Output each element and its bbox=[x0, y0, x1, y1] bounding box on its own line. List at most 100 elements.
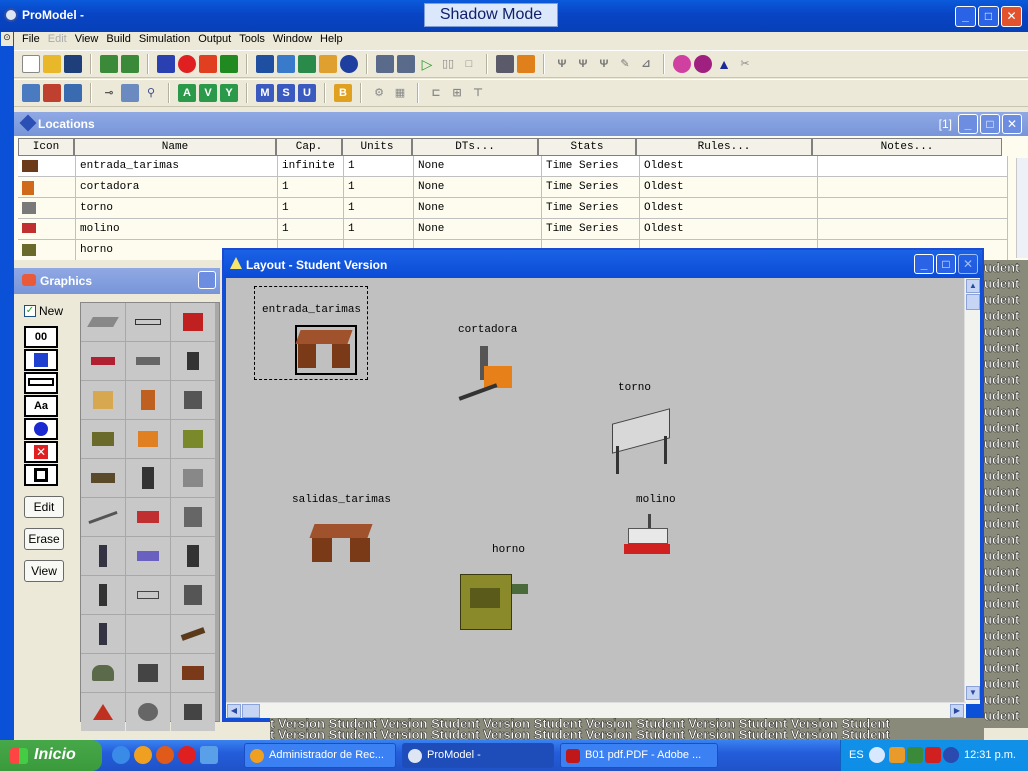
graphic-tile-machine-red[interactable] bbox=[171, 303, 215, 341]
stat-fit-icon[interactable] bbox=[517, 55, 535, 73]
location-label-cortadora[interactable]: cortadora bbox=[458, 324, 517, 336]
link-icon[interactable]: ⊸ bbox=[100, 84, 118, 102]
resources-icon[interactable] bbox=[220, 55, 238, 73]
column-header-stats[interactable]: Stats bbox=[538, 138, 636, 156]
maximize-button[interactable]: □ bbox=[936, 254, 956, 274]
menu-tools[interactable]: Tools bbox=[235, 32, 269, 49]
entity-spot-tool[interactable]: ✕ bbox=[24, 441, 58, 463]
location-name[interactable]: cortadora bbox=[76, 177, 278, 198]
close-button[interactable]: ✕ bbox=[1002, 114, 1022, 134]
table-row[interactable]: cortadora 1 1 None Time Series Oldest bbox=[18, 177, 1008, 198]
chart-icon[interactable]: ⊿ bbox=[637, 55, 655, 73]
zoom-icon[interactable]: ⚲ bbox=[142, 84, 160, 102]
hscroll-thumb[interactable] bbox=[242, 704, 260, 718]
edit-graph-icon[interactable]: ✎ bbox=[616, 55, 634, 73]
counter-tool[interactable]: 00 bbox=[24, 326, 58, 348]
build-icon[interactable] bbox=[100, 55, 118, 73]
menu-simulation[interactable]: Simulation bbox=[135, 32, 194, 49]
location-units[interactable]: 1 bbox=[344, 219, 414, 240]
mode-m-icon[interactable]: M bbox=[256, 84, 274, 102]
graphic-tile-desk[interactable] bbox=[171, 654, 215, 692]
location-name[interactable]: entrada_tarimas bbox=[76, 156, 278, 177]
edit-button[interactable]: Edit bbox=[24, 496, 64, 518]
location-name[interactable]: molino bbox=[76, 219, 278, 240]
mode-s-icon[interactable]: S bbox=[277, 84, 295, 102]
location-stats[interactable]: Time Series bbox=[542, 177, 640, 198]
table-row[interactable]: entrada_tarimas infinite 1 None Time Ser… bbox=[18, 156, 1008, 177]
graphic-tile-tank[interactable] bbox=[81, 420, 125, 458]
minimize-button[interactable] bbox=[198, 271, 216, 289]
task-resource-manager[interactable]: Administrador de Rec... bbox=[244, 743, 396, 768]
processing-icon[interactable] bbox=[256, 55, 274, 73]
watch-icon[interactable]: Ψ bbox=[595, 55, 613, 73]
menu-output[interactable]: Output bbox=[194, 32, 235, 49]
settings-icon[interactable]: ⚙ bbox=[370, 84, 388, 102]
scroll-thumb[interactable] bbox=[966, 294, 980, 310]
column-header-dts[interactable]: DTs... bbox=[412, 138, 538, 156]
menu-view[interactable]: View bbox=[71, 32, 103, 49]
layout-canvas[interactable]: entrada_tarimas cortadora torno salidas_… bbox=[226, 278, 966, 704]
locations-icon[interactable] bbox=[157, 55, 175, 73]
triangle-icon[interactable]: ▲ bbox=[715, 55, 733, 73]
arrivals-icon[interactable] bbox=[277, 55, 295, 73]
graphic-tile-mill[interactable] bbox=[126, 498, 170, 536]
scroll-up-arrow[interactable]: ▲ bbox=[966, 279, 980, 293]
debug-icon[interactable]: Ψ bbox=[574, 55, 592, 73]
table-row[interactable]: molino 1 1 None Time Series Oldest bbox=[18, 219, 1008, 240]
chrome-icon[interactable] bbox=[134, 746, 152, 764]
layout-horizontal-scrollbar[interactable]: ◀ ▶ bbox=[226, 702, 966, 718]
column-header-icon[interactable]: Icon bbox=[18, 138, 74, 156]
graphic-tile-drum[interactable] bbox=[81, 654, 125, 692]
location-cap[interactable]: 1 bbox=[278, 198, 344, 219]
graphic-tile-machine-green[interactable] bbox=[171, 420, 215, 458]
column-header-rules[interactable]: Rules... bbox=[636, 138, 812, 156]
model-params-icon[interactable] bbox=[397, 55, 415, 73]
erase-button[interactable]: Erase bbox=[24, 528, 64, 550]
location-rules[interactable]: Oldest bbox=[640, 177, 818, 198]
oven-icon-horno[interactable] bbox=[454, 568, 532, 642]
status-light-tool[interactable] bbox=[24, 418, 58, 440]
menu-window[interactable]: Window bbox=[269, 32, 316, 49]
new-checkbox[interactable]: ✓ bbox=[24, 305, 36, 317]
column-header-cap[interactable]: Cap. bbox=[276, 138, 342, 156]
clock[interactable]: 12:31 p.m. bbox=[964, 749, 1016, 761]
antivirus-icon[interactable] bbox=[925, 747, 941, 763]
graphic-tile-cone[interactable] bbox=[81, 693, 125, 731]
graphic-tile-motor[interactable] bbox=[171, 693, 215, 731]
save-icon[interactable] bbox=[64, 55, 82, 73]
firefox-icon[interactable] bbox=[156, 746, 174, 764]
minimize-button[interactable]: _ bbox=[958, 114, 978, 134]
help-wizard-icon[interactable]: ✂ bbox=[736, 55, 754, 73]
variables-icon[interactable] bbox=[298, 55, 316, 73]
graphic-editor-icon[interactable] bbox=[673, 55, 691, 73]
column-header-notes[interactable]: Notes... bbox=[812, 138, 1002, 156]
window-icon[interactable] bbox=[121, 84, 139, 102]
location-cap[interactable]: infinite bbox=[278, 156, 344, 177]
layout-vertical-scrollbar[interactable]: ▲ ▼ bbox=[964, 278, 980, 704]
location-label-molino[interactable]: molino bbox=[636, 494, 676, 506]
desk-icon-salidas[interactable] bbox=[309, 524, 373, 564]
graphic-tile-lathe[interactable] bbox=[171, 459, 215, 497]
locations-scrollbar[interactable] bbox=[1016, 158, 1028, 258]
tray-app-icon[interactable] bbox=[889, 747, 905, 763]
minimize-button[interactable]: _ bbox=[914, 254, 934, 274]
minimize-button[interactable]: _ bbox=[955, 6, 976, 27]
scroll-right-arrow[interactable]: ▶ bbox=[950, 704, 964, 718]
location-stats[interactable]: Time Series bbox=[542, 219, 640, 240]
graphic-tile-forklift[interactable] bbox=[126, 420, 170, 458]
location-label-entrada[interactable]: entrada_tarimas bbox=[262, 304, 366, 316]
view-v-icon[interactable]: V bbox=[199, 84, 217, 102]
graphic-tile-chair[interactable] bbox=[171, 342, 215, 380]
graphic-tile-cart[interactable] bbox=[126, 303, 170, 341]
location-notes[interactable] bbox=[818, 219, 1008, 240]
graphic-tile-rack[interactable] bbox=[126, 576, 170, 614]
graphic-tile-truck-red[interactable] bbox=[81, 342, 125, 380]
menu-build[interactable]: Build bbox=[102, 32, 134, 49]
graphic-tile-workstation[interactable] bbox=[171, 576, 215, 614]
pause-icon[interactable]: ▯▯ bbox=[439, 55, 457, 73]
location-cap[interactable]: 1 bbox=[278, 219, 344, 240]
location-label-salidas[interactable]: salidas_tarimas bbox=[292, 494, 396, 506]
desktop-icon[interactable] bbox=[200, 746, 218, 764]
network-icon[interactable] bbox=[907, 747, 923, 763]
layout-icon[interactable] bbox=[43, 84, 61, 102]
